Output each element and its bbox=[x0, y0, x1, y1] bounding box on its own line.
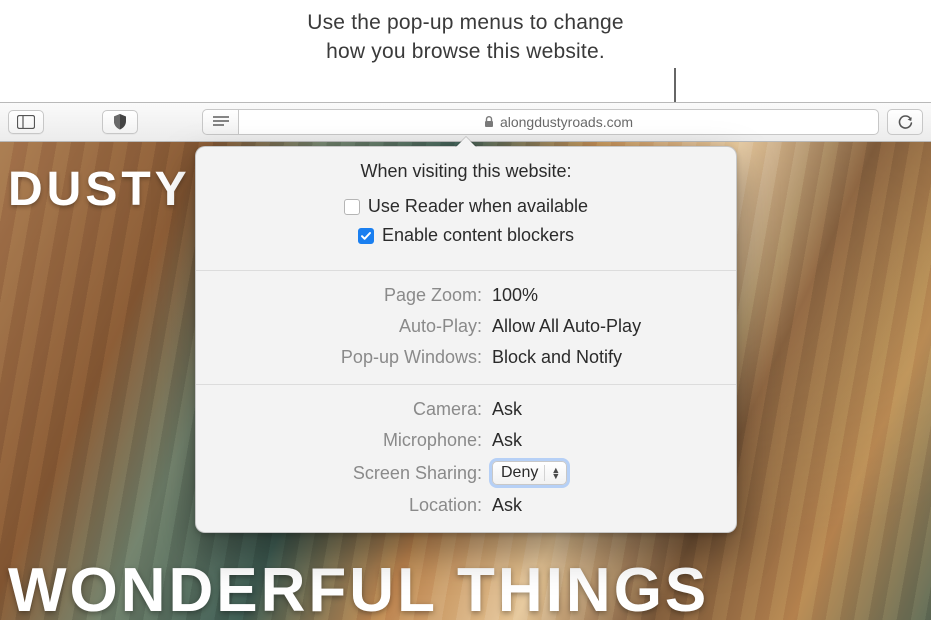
popover-section-general: When visiting this website: Use Reader w… bbox=[196, 147, 736, 270]
microphone-menu[interactable]: Ask bbox=[492, 430, 710, 451]
reload-icon bbox=[898, 115, 913, 130]
screen-sharing-value: Deny bbox=[501, 464, 538, 482]
reader-icon bbox=[213, 116, 229, 128]
page-zoom-label: Page Zoom: bbox=[222, 285, 482, 306]
sidebar-button[interactable] bbox=[8, 110, 44, 134]
content-blockers-checkbox-row[interactable]: Enable content blockers bbox=[222, 225, 710, 246]
lock-icon bbox=[484, 116, 494, 128]
auto-play-value: Allow All Auto-Play bbox=[492, 316, 641, 336]
use-reader-label: Use Reader when available bbox=[368, 196, 588, 217]
location-value: Ask bbox=[492, 495, 522, 515]
select-separator bbox=[544, 465, 545, 481]
popover-title: When visiting this website: bbox=[222, 161, 710, 182]
page-zoom-menu[interactable]: 100% bbox=[492, 285, 710, 306]
address-bar[interactable]: alongdustyroads.com bbox=[238, 109, 879, 135]
location-menu[interactable]: Ask bbox=[492, 495, 710, 516]
microphone-value: Ask bbox=[492, 430, 522, 450]
shield-icon bbox=[113, 114, 127, 130]
browser-toolbar: alongdustyroads.com bbox=[0, 102, 931, 142]
hero-text-bottom: WONDERFUL THINGS bbox=[8, 555, 709, 620]
stepper-arrows-icon: ▲▼ bbox=[551, 467, 560, 479]
use-reader-checkbox-row[interactable]: Use Reader when available bbox=[222, 196, 710, 217]
screen-sharing-label: Screen Sharing: bbox=[222, 463, 482, 484]
annotation-line-1: Use the pop-up menus to change bbox=[307, 11, 624, 34]
privacy-report-button[interactable] bbox=[102, 110, 138, 134]
reload-button[interactable] bbox=[887, 109, 923, 135]
address-bar-group: alongdustyroads.com bbox=[202, 109, 923, 135]
camera-menu[interactable]: Ask bbox=[492, 399, 710, 420]
website-settings-popover: When visiting this website: Use Reader w… bbox=[195, 146, 737, 533]
popup-windows-label: Pop-up Windows: bbox=[222, 347, 482, 368]
microphone-label: Microphone: bbox=[222, 430, 482, 451]
popup-windows-menu[interactable]: Block and Notify bbox=[492, 347, 710, 368]
reader-toggle-button[interactable] bbox=[202, 109, 238, 135]
checkmark-icon bbox=[360, 230, 372, 242]
popover-section-display: Page Zoom: 100% Auto-Play: Allow All Aut… bbox=[196, 270, 736, 384]
popup-windows-value: Block and Notify bbox=[492, 347, 622, 367]
use-reader-checkbox[interactable] bbox=[344, 199, 360, 215]
screen-sharing-select[interactable]: Deny ▲▼ bbox=[492, 461, 567, 485]
auto-play-label: Auto-Play: bbox=[222, 316, 482, 337]
camera-value: Ask bbox=[492, 399, 522, 419]
location-label: Location: bbox=[222, 495, 482, 516]
auto-play-menu[interactable]: Allow All Auto-Play bbox=[492, 316, 710, 337]
popover-section-permissions: Camera: Ask Microphone: Ask Screen Shari… bbox=[196, 384, 736, 532]
content-blockers-label: Enable content blockers bbox=[382, 225, 574, 246]
camera-label: Camera: bbox=[222, 399, 482, 420]
page-zoom-value: 100% bbox=[492, 285, 538, 305]
sidebar-icon bbox=[17, 115, 35, 129]
annotation-line-2: how you browse this website. bbox=[326, 40, 605, 63]
address-bar-url: alongdustyroads.com bbox=[500, 114, 633, 130]
annotation-caption: Use the pop-up menus to change how you b… bbox=[0, 8, 931, 67]
content-blockers-checkbox[interactable] bbox=[358, 228, 374, 244]
